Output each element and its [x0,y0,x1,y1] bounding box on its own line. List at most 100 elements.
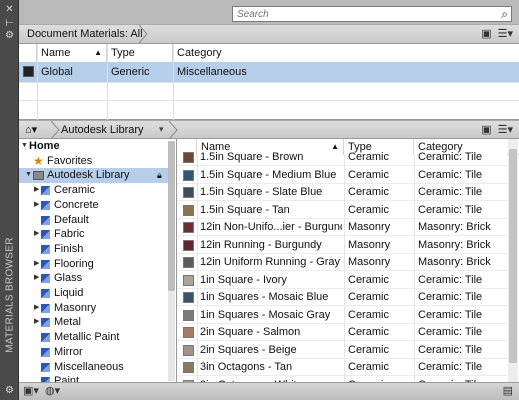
tree-item-metallic-paint[interactable]: Metallic Paint [19,330,169,345]
divider [197,155,198,382]
document-materials-table: Name ▲ Type Category Global Generic Misc… [19,44,519,120]
table-row[interactable]: 1.5in Square - Slate Blue Ceramic Ceramic:… [177,184,507,201]
row-name: 12in Running - Burgundy [200,238,322,251]
column-icon [19,44,37,62]
expand-triangle-icon[interactable]: ▶ [34,301,39,316]
search-icon[interactable]: ⌕ [501,7,508,21]
table-row[interactable]: Global Generic Miscellaneous [19,62,519,82]
row-category: Ceramic: Tile [418,308,483,321]
settings-icon[interactable]: ⚙ [3,30,16,42]
tree-item-label: Paint [54,375,80,382]
row-type: Ceramic [348,326,389,338]
view-options: ▣ ☰▾ [481,123,513,137]
table-row[interactable]: 1.5in Square - Medium Blue Ceramic Ceramic… [177,167,507,184]
column-header-category[interactable]: Category [173,44,519,62]
table-row[interactable]: 1in Square - Ivory Ceramic Ceramic: Tile [177,272,507,289]
panel-toggle-icon[interactable]: ▣ [481,27,491,41]
lock-icon: 🔒︎ [157,170,162,181]
scrollbar-thumb[interactable] [509,149,517,363]
expand-triangle-icon[interactable]: ▶ [34,271,39,286]
row-category: Masonry: Brick [418,256,491,268]
tree-item-metal[interactable]: ▶ Metal [19,315,169,330]
row-name: 1.5in Square - Medium Blue [200,168,337,181]
palette-title: MATERIALS BROWSER [4,237,15,353]
row-type: Ceramic [348,186,389,198]
tree-item-default[interactable]: Default [19,213,169,228]
tree-item-ceramic[interactable]: ▶ Ceramic [19,183,169,198]
table-row[interactable]: 12in Non-Unifo...ier - Burgundy Masonry Ma… [177,219,507,236]
row-category: Miscellaneous [177,66,247,78]
library-dropdown-icon[interactable]: ▾ [159,124,164,135]
tree-item-miscellaneous[interactable]: Miscellaneous [19,360,169,375]
material-swatch-icon [183,344,194,356]
material-category-icon [41,244,50,254]
document-materials-title[interactable]: Document Materials: All [27,28,143,40]
expand-triangle-icon[interactable]: ▶ [34,257,39,272]
table-row[interactable]: 1in Squares - Mosaic Blue Ceramic Ceramic:… [177,289,507,306]
row-category: Ceramic: Tile [418,151,483,163]
search-field[interactable]: ⌕ [232,6,512,22]
expand-triangle-icon[interactable]: ▶ [34,198,39,213]
material-editor-icon[interactable]: ▤ [503,385,513,398]
bottom-settings-icon[interactable]: ⚙ [3,385,16,397]
library-breadcrumb[interactable]: Autodesk Library [61,124,144,136]
list-view-icon[interactable]: ☰▾ [498,123,513,137]
tree-item-concrete[interactable]: ▶ Concrete [19,198,169,213]
tree-item-masonry[interactable]: ▶ Masonry [19,301,169,316]
tree-item-paint[interactable]: Paint [19,374,169,382]
tree-item-flooring[interactable]: ▶ Flooring [19,257,169,272]
material-category-icon [41,318,50,328]
panel-toggle-icon[interactable]: ▣ [481,123,491,137]
table-row[interactable]: 1.5in Square - Tan Ceramic Ceramic: Tile [177,202,507,219]
tree-item-label: Metallic Paint [54,331,120,344]
tree-item-fabric[interactable]: ▶ Fabric [19,227,169,242]
scrollbar-thumb[interactable] [168,141,175,291]
tree-item-home[interactable]: ▼ Home [19,139,169,154]
materials-scrollbar[interactable] [508,139,518,382]
tree-item-autodesk-library[interactable]: ▼ Autodesk Library 🔒︎ [19,168,169,184]
tree-item-favorites[interactable]: ★ Favorites [19,154,169,169]
row-type: Ceramic [348,151,389,163]
material-swatch-icon [183,222,194,233]
open-library-icon[interactable]: ◍▾ [45,385,60,398]
library-folder-icon [33,171,44,181]
create-material-icon[interactable]: ▣▾ [23,385,39,398]
collapse-triangle-icon[interactable]: ▼ [25,168,32,183]
divider [414,155,415,382]
table-row[interactable]: 1.5in Square - Brown Ceramic Ceramic: Tile [177,149,507,166]
expand-triangle-icon[interactable]: ▶ [34,227,39,242]
tree-item-label: Liquid [54,287,84,299]
table-row[interactable]: 12in Running - Burgundy Masonry Masonry: B… [177,237,507,254]
tree-item-mirror[interactable]: Mirror [19,345,169,360]
home-icon[interactable]: ⌂▾ [25,123,41,137]
tree-scrollbar[interactable] [168,141,175,381]
row-type: Ceramic [348,361,389,373]
material-category-icon [41,230,50,240]
tree-item-finish[interactable]: Finish [19,242,169,257]
table-row[interactable]: 12in Uniform Running - Gray Masonry Masonr… [177,254,507,271]
material-category-icon [41,259,50,269]
material-swatch-icon [183,204,194,216]
table-row[interactable]: 1in Squares - Mosaic Gray Ceramic Ceramic:… [177,307,507,324]
row-type: Ceramic [348,168,389,181]
row-category: Masonry: Brick [418,221,491,233]
tree-item-glass[interactable]: ▶ Glass [19,271,169,286]
list-view-icon[interactable]: ☰▾ [498,27,513,41]
search-row: ⌕ [19,0,519,24]
table-row[interactable]: 3in Octagons - Tan Ceramic Ceramic: Tile [177,359,507,376]
column-header-name[interactable]: Name ▲ [37,44,107,62]
expand-triangle-icon[interactable]: ▶ [34,183,39,198]
table-row[interactable]: 2in Square - Salmon Ceramic Ceramic: Tile [177,324,507,341]
tree-item-liquid[interactable]: Liquid [19,286,169,301]
column-header-type[interactable]: Type [107,44,173,62]
expand-triangle-icon[interactable]: ▶ [34,315,39,330]
close-x-icon[interactable]: ✕ [3,4,16,16]
collapse-triangle-icon[interactable]: ▼ [21,139,28,154]
row-name: 1.5in Square - Tan [200,203,290,216]
row-category: Ceramic: Tile [418,291,483,303]
material-swatch-icon [183,309,194,321]
material-category-icon [41,362,50,372]
pin-icon[interactable]: ⊢ [3,18,16,30]
table-row[interactable]: 2in Squares - Beige Ceramic Ceramic: Tile [177,342,507,359]
search-input[interactable] [235,7,485,21]
